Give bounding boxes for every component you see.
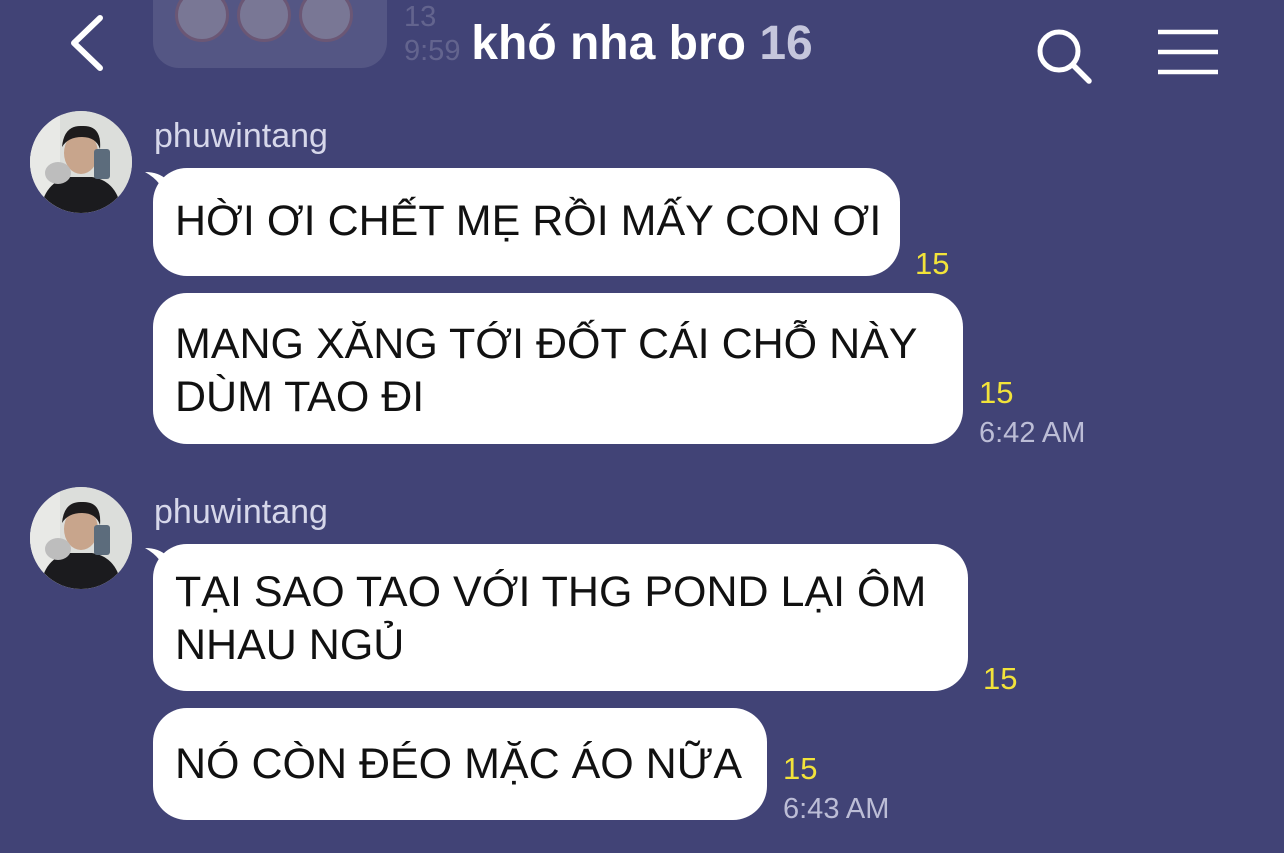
read-count: 15 (983, 661, 1018, 696)
chat-screen: 13 9:59 khó nha bro 16 phuwintang HỜI ƠI… (0, 0, 1284, 853)
sender-name: phuwintang (154, 117, 328, 155)
message-text-line: MANG XĂNG TỚI ĐỐT CÁI CHỖ NÀY (175, 320, 918, 368)
member-count: 16 (759, 17, 813, 70)
avatar-photo (30, 111, 132, 213)
read-count: 15 (979, 375, 1014, 410)
hamburger-menu-icon (1158, 29, 1218, 75)
search-button[interactable] (1034, 26, 1096, 88)
message-text-line: TẠI SAO TAO VỚI THG POND LẠI ÔM (175, 568, 927, 616)
avatar-photo (30, 487, 132, 589)
message-text-line: NHAU NGỦ (175, 621, 405, 669)
menu-button[interactable] (1156, 28, 1220, 76)
message-bubble[interactable]: TẠI SAO TAO VỚI THG POND LẠI ÔM NHAU NGỦ (153, 544, 968, 691)
message-bubble[interactable]: HỜI ƠI CHẾT MẸ RỒI MẤY CON ƠI (153, 168, 900, 276)
sender-name: phuwintang (154, 493, 328, 531)
message-text: NÓ CÒN ĐÉO MẶC ÁO NỮA (175, 740, 743, 788)
search-icon (1037, 29, 1092, 84)
chat-name: khó nha bro (471, 17, 746, 70)
sender-avatar[interactable] (30, 111, 132, 213)
message-timestamp: 6:43 AM (783, 793, 890, 825)
message-timestamp: 6:42 AM (979, 417, 1086, 449)
sender-avatar[interactable] (30, 487, 132, 589)
message-bubble[interactable]: MANG XĂNG TỚI ĐỐT CÁI CHỖ NÀY DÙM TAO ĐI (153, 293, 963, 444)
read-count: 15 (783, 751, 818, 786)
message-bubble[interactable]: NÓ CÒN ĐÉO MẶC ÁO NỮA (153, 708, 767, 820)
message-text-line: DÙM TAO ĐI (175, 373, 425, 421)
message-text: HỜI ƠI CHẾT MẸ RỒI MẤY CON ƠI (175, 197, 882, 245)
read-count: 15 (915, 246, 950, 281)
